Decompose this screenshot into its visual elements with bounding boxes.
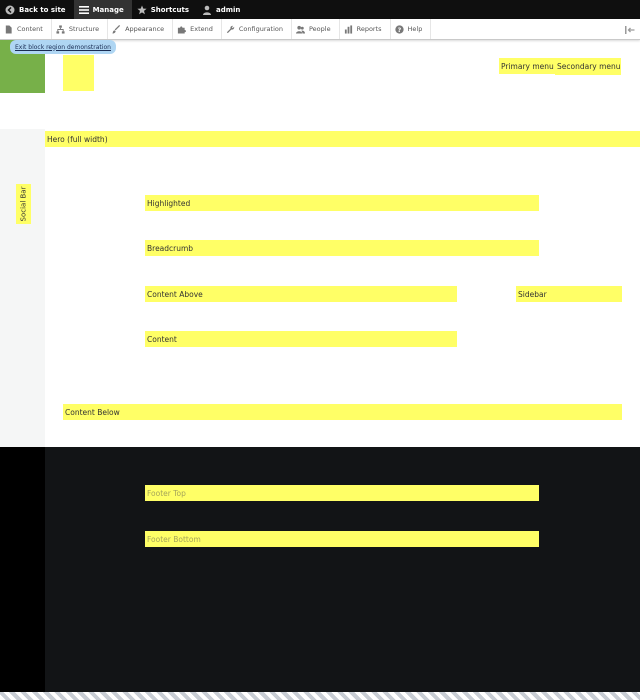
toolbar-back-to-site-label: Back to site	[19, 5, 66, 14]
tray-item-label: Structure	[68, 25, 100, 33]
svg-text:?: ?	[397, 26, 401, 33]
secondary-menu-region: Secondary menu	[555, 58, 621, 75]
people-icon	[295, 25, 305, 34]
toolbar-shortcuts-label: Shortcuts	[150, 5, 189, 14]
sidebar-region: Sidebar	[516, 286, 622, 302]
toolbar-shortcuts[interactable]: Shortcuts	[132, 0, 197, 19]
tray-item-configuration[interactable]: Configuration	[222, 19, 292, 39]
footer-top-region: Footer Top	[145, 485, 539, 501]
chart-icon	[344, 24, 352, 34]
tray-item-label: Configuration	[238, 25, 283, 33]
content-below-region: Content Below	[63, 404, 622, 420]
star-icon	[137, 5, 147, 14]
toolbar-tray: Content Structure Appearance Extend Conf…	[0, 19, 640, 40]
tray-item-help[interactable]: ? Help	[391, 19, 432, 39]
content-above-region: Content Above	[145, 286, 457, 302]
tray-orientation-toggle[interactable]	[623, 23, 636, 36]
toolbar-user[interactable]: admin	[197, 0, 248, 19]
tray-item-people[interactable]: People	[292, 19, 340, 39]
user-icon	[203, 5, 211, 15]
admin-toolbar: Back to site Manage Shortcuts admin	[0, 0, 640, 19]
tray-item-extend[interactable]: Extend	[173, 19, 222, 39]
social-bar-region: Social Bar	[16, 184, 31, 224]
footer-left-strip	[0, 447, 45, 692]
wrench-icon	[226, 25, 235, 33]
breadcrumb-region: Breadcrumb	[145, 240, 539, 256]
sitemap-icon	[56, 24, 65, 34]
orientation-toggle-icon	[624, 25, 634, 34]
toolbar-user-label: admin	[216, 5, 241, 14]
content-region: Content	[145, 331, 457, 347]
back-arrow-icon	[5, 5, 15, 14]
bottom-decorative-pattern	[0, 692, 640, 700]
exit-block-demo-link[interactable]: Exit block region demonstration	[10, 40, 116, 54]
highlighted-region: Highlighted	[145, 195, 539, 211]
footer-bottom-region: Footer Bottom	[145, 531, 539, 547]
puzzle-icon	[178, 25, 187, 34]
tray-item-label: Help	[407, 25, 423, 33]
hero-region: Hero (full width)	[45, 131, 640, 147]
tray-item-reports[interactable]: Reports	[340, 19, 391, 39]
tray-item-structure[interactable]: Structure	[52, 19, 109, 39]
primary-menu-region: Primary menu	[499, 58, 555, 74]
document-icon	[5, 24, 12, 34]
social-bar-label: Social Bar	[19, 186, 28, 222]
tray-item-label: People	[308, 25, 331, 33]
tray-item-label: Reports	[356, 25, 382, 33]
tray-item-label: Extend	[190, 25, 213, 33]
hamburger-icon	[78, 5, 89, 14]
paintbrush-icon	[112, 24, 121, 34]
tray-item-label: Content	[17, 25, 43, 33]
tray-item-content[interactable]: Content	[0, 19, 52, 39]
site-branding-region	[63, 55, 94, 91]
toolbar-back-to-site[interactable]: Back to site	[0, 0, 74, 19]
toolbar-manage[interactable]: Manage	[73, 0, 132, 19]
help-icon: ?	[394, 24, 404, 33]
tray-item-appearance[interactable]: Appearance	[108, 19, 174, 39]
page: Back to site Manage Shortcuts admin Cont…	[0, 0, 640, 700]
toolbar-manage-label: Manage	[92, 5, 124, 14]
social-bar-strip	[0, 129, 45, 447]
footer	[45, 447, 640, 692]
tray-item-label: Appearance	[125, 25, 165, 33]
